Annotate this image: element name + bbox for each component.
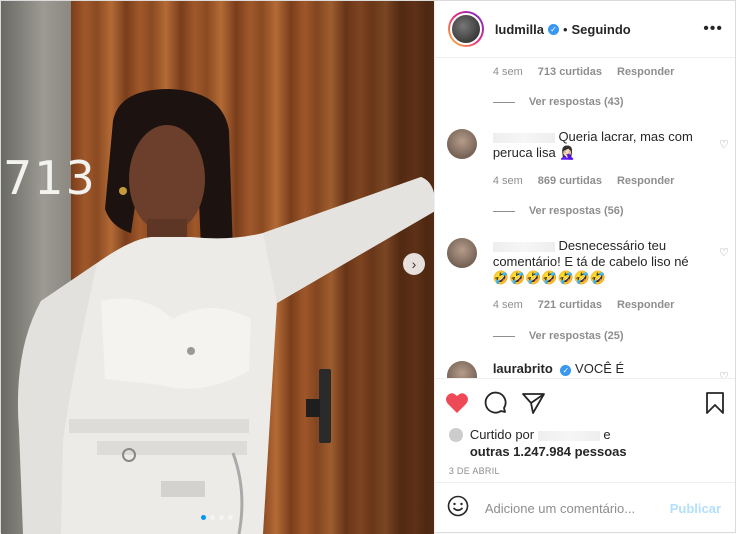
carousel-dot [228,515,233,520]
emoji-icon[interactable] [447,495,469,522]
view-replies-label: Ver respostas (43) [528,96,624,108]
verified-icon: ✓ [560,365,572,376]
separator: • [562,21,568,37]
view-replies[interactable]: Ver respostas (56) [492,205,624,217]
post-sidebar: ludmilla ✓ • Seguindo ••• 4 sem 713 curt… [433,1,735,534]
carousel-dot [219,515,224,520]
next-arrow-icon[interactable]: › [403,253,425,275]
comment-time: 4 sem [492,175,523,187]
heart-icon[interactable] [445,392,469,414]
publish-button[interactable]: Publicar [670,501,721,516]
following-button[interactable]: Seguindo [572,22,631,37]
verified-icon: ✓ [547,23,559,35]
comment-avatar[interactable] [446,238,477,268]
carousel-dots [201,515,233,520]
comment-time: 4 sem [492,66,523,78]
woman-figure [17,89,434,534]
comment-text-block: laurabrito ✓ VOCÊ É [493,361,693,378]
liker-avatar[interactable] [448,428,463,442]
post-modal: 713 › ludmilla ✓ • Seguindo ••• 4 sem 71… [0,0,736,534]
more-options-icon[interactable]: ••• [703,20,723,38]
comment-avatar[interactable] [446,361,477,378]
redacted-liker[interactable] [537,430,600,441]
comment-item: laurabrito ✓ VOCÊ É [446,361,727,378]
action-bar [434,378,735,426]
liked-by-prefix: Curtido por [469,427,535,442]
view-replies-label: Ver respostas (56) [528,205,624,217]
comment-text-block: Queria lacrar, mas com peruca lisa 🤦🏻‍♀️ [492,129,693,161]
comment-item: Queria lacrar, mas com peruca lisa 🤦🏻‍♀️ [446,129,727,161]
post-image[interactable]: 713 › [1,1,434,534]
reply-button[interactable]: Responder [617,299,674,311]
comment-like-icon[interactable]: ♡ [719,370,729,378]
comment-item: Desnecessário teu comentário! E tá de ca… [446,238,727,286]
reply-button[interactable]: Responder [617,66,674,78]
redacted-username [492,241,555,252]
carousel-dot [210,515,215,520]
comment-meta: 4 sem 713 curtidas Responder [493,66,675,78]
comment-likes[interactable]: 713 curtidas [538,66,602,78]
view-replies[interactable]: Ver respostas (25) [492,330,624,342]
comment-like-icon[interactable]: ♡ [719,246,729,259]
reply-button[interactable]: Responder [617,175,674,187]
comment-likes[interactable]: 869 curtidas [538,175,602,187]
others-likes-link[interactable]: outras 1.247.984 pessoas [470,444,627,459]
share-icon[interactable] [521,392,545,414]
comment-meta: 4 sem 721 curtidas Responder [493,299,675,311]
view-replies-label: Ver respostas (25) [528,330,624,342]
avatar[interactable] [447,11,484,47]
comment-username[interactable]: laurabrito [493,361,553,376]
add-comment-bar: Publicar [434,482,735,534]
view-replies[interactable]: Ver respostas (43) [492,96,624,108]
comment-meta: 4 sem 869 curtidas Responder [493,175,675,187]
carousel-dot [201,515,206,520]
liked-by-suffix: e [603,427,611,442]
comment-avatar[interactable] [446,129,477,159]
likes-summary: Curtido por e outras 1.247.984 pessoas [435,426,735,460]
comment-icon[interactable] [484,391,507,414]
comment-like-icon[interactable]: ♡ [719,138,729,151]
comment-likes[interactable]: 721 curtidas [538,299,602,311]
comments-list[interactable]: 4 sem 713 curtidas Responder Ver respost… [435,58,735,378]
comment-text: VOCÊ É [575,361,625,376]
comment-time: 4 sem [492,299,523,311]
comment-input[interactable] [484,501,670,516]
comment-text-block: Desnecessário teu comentário! E tá de ca… [492,238,693,286]
post-date[interactable]: 3 DE ABRIL [435,460,735,482]
redacted-username [492,132,555,143]
post-header: ludmilla ✓ • Seguindo ••• [434,1,735,58]
bookmark-icon[interactable] [705,391,725,414]
username[interactable]: ludmilla [495,22,544,37]
